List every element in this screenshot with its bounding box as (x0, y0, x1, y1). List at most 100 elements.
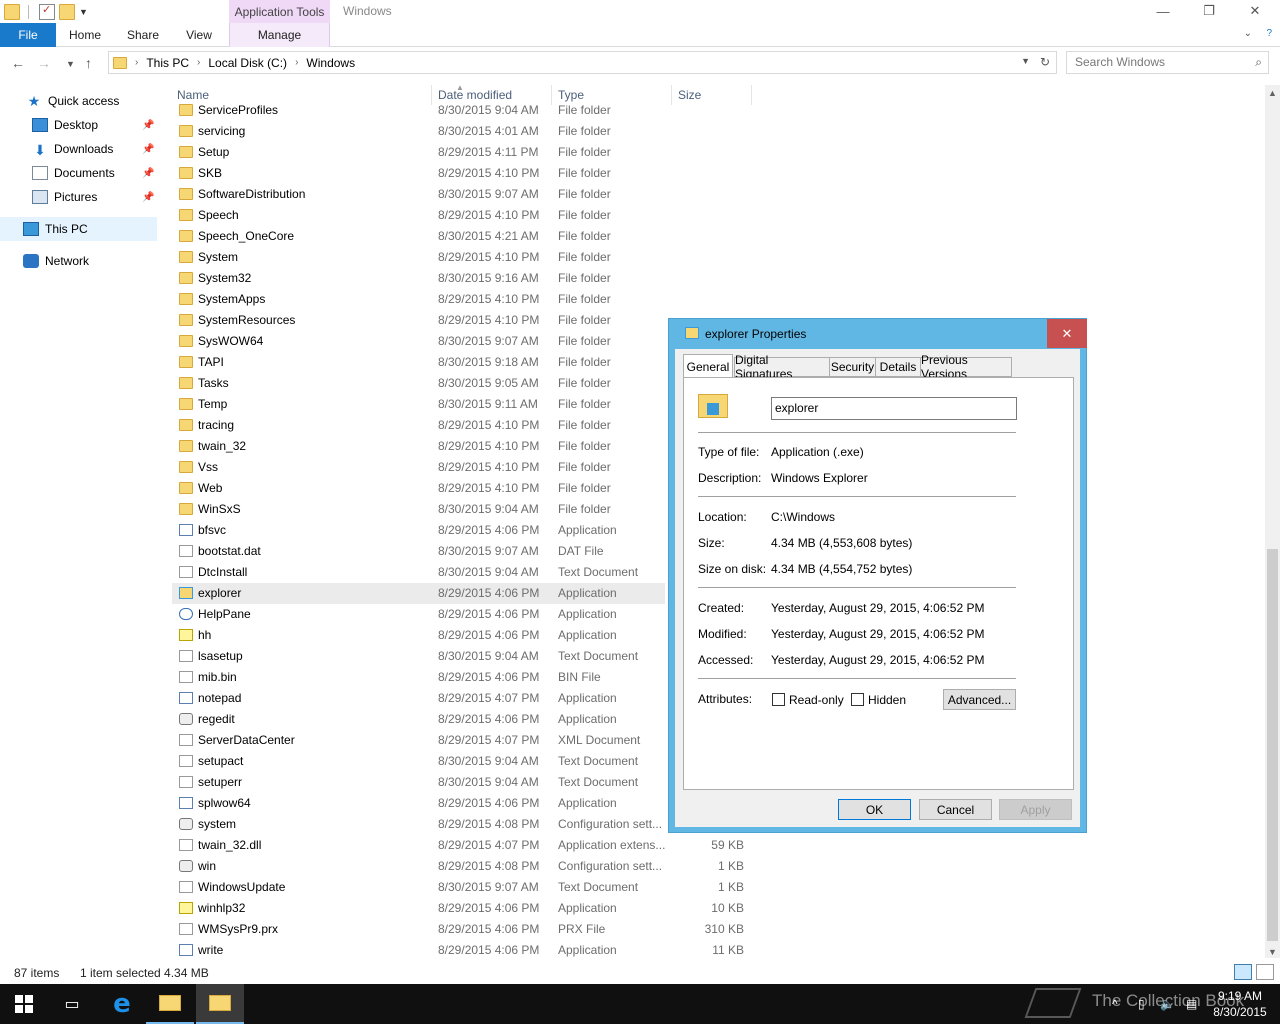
recent-locations-icon[interactable]: ▼ (66, 59, 75, 69)
table-row[interactable]: DtcInstall 8/30/2015 9:04 AM Text Document (172, 562, 665, 583)
table-row[interactable]: hh 8/29/2015 4:06 PM Application (172, 625, 665, 646)
hidden-checkbox[interactable] (851, 693, 864, 706)
chevron-right-icon[interactable]: › (135, 57, 138, 68)
table-row[interactable]: Web 8/29/2015 4:10 PM File folder (172, 478, 665, 499)
refresh-icon[interactable]: ↻ (1040, 55, 1050, 69)
sidebar-item-pictures[interactable]: Pictures 📌 (0, 185, 157, 209)
address-bar[interactable]: › This PC › Local Disk (C:) › Windows ▼ … (108, 51, 1057, 74)
table-row[interactable]: bootstat.dat 8/30/2015 9:07 AM DAT File (172, 541, 665, 562)
start-button[interactable] (0, 984, 48, 1024)
scroll-up-icon[interactable]: ▲ (1268, 88, 1277, 98)
table-row[interactable]: TAPI 8/30/2015 9:18 AM File folder (172, 352, 665, 373)
table-row[interactable]: bfsvc 8/29/2015 4:06 PM Application (172, 520, 665, 541)
table-row[interactable]: splwow64 8/29/2015 4:06 PM Application (172, 793, 665, 814)
tab-home[interactable]: Home (60, 23, 110, 47)
cancel-button[interactable]: Cancel (919, 799, 992, 820)
tab-digital-signatures[interactable]: Digital Signatures (734, 353, 830, 381)
table-row[interactable]: write 8/29/2015 4:06 PM Application 11 KB (172, 940, 744, 958)
table-row[interactable]: SoftwareDistribution 8/30/2015 9:07 AM Fil… (172, 184, 665, 205)
table-row[interactable]: WindowsUpdate 8/30/2015 9:07 AM Text Docum… (172, 877, 744, 898)
table-row[interactable]: ServiceProfiles 8/30/2015 9:04 AM File fol… (172, 100, 665, 121)
table-row[interactable]: System32 8/30/2015 9:16 AM File folder (172, 268, 665, 289)
table-row[interactable]: SKB 8/29/2015 4:10 PM File folder (172, 163, 665, 184)
sidebar-item-quick-access[interactable]: ★ Quick access (0, 89, 157, 113)
breadcrumb-windows[interactable]: Windows (306, 56, 355, 70)
breadcrumb-this-pc[interactable]: This PC (146, 56, 189, 70)
sidebar-item-network[interactable]: Network (0, 249, 157, 273)
back-button[interactable]: ← (11, 55, 25, 71)
apply-button[interactable]: Apply (999, 799, 1072, 820)
properties-icon[interactable] (39, 3, 55, 20)
table-row[interactable]: SystemResources 8/29/2015 4:10 PM File fol… (172, 310, 665, 331)
table-row[interactable]: twain_32 8/29/2015 4:10 PM File folder (172, 436, 665, 457)
search-input[interactable]: Search Windows ⌕ (1066, 51, 1269, 74)
volume-icon[interactable]: 🔈 (1160, 984, 1175, 1024)
scroll-down-icon[interactable]: ▼ (1268, 947, 1277, 957)
table-row[interactable]: WMSysPr9.prx 8/29/2015 4:06 PM PRX File 310… (172, 919, 744, 940)
table-row[interactable]: System 8/29/2015 4:10 PM File folder (172, 247, 665, 268)
tab-details[interactable]: Details (875, 357, 921, 377)
breadcrumb-local-disk[interactable]: Local Disk (C:) (208, 56, 287, 70)
table-row[interactable]: win 8/29/2015 4:08 PM Configuration sett..… (172, 856, 744, 877)
sidebar-item-downloads[interactable]: ⬇ Downloads 📌 (0, 137, 157, 161)
large-icons-view-button[interactable] (1256, 964, 1274, 980)
edge-button[interactable]: e (98, 984, 146, 1024)
advanced-button[interactable]: Advanced... (943, 689, 1016, 710)
tab-share[interactable]: Share (118, 23, 168, 47)
help-icon[interactable]: ? (1266, 28, 1272, 39)
tab-view[interactable]: View (176, 23, 222, 47)
readonly-label[interactable]: Read-only (789, 693, 844, 707)
customize-toolbar-icon[interactable]: ▼ (79, 7, 88, 17)
details-view-button[interactable] (1234, 964, 1252, 980)
table-row[interactable]: twain_32.dll 8/29/2015 4:07 PM Application… (172, 835, 744, 856)
table-row[interactable]: mib.bin 8/29/2015 4:06 PM BIN File (172, 667, 665, 688)
table-row[interactable]: WinSxS 8/30/2015 9:04 AM File folder (172, 499, 665, 520)
table-row[interactable]: regedit 8/29/2015 4:06 PM Application (172, 709, 665, 730)
sidebar-item-desktop[interactable]: Desktop 📌 (0, 113, 157, 137)
table-row[interactable]: Speech 8/29/2015 4:10 PM File folder (172, 205, 665, 226)
table-row[interactable]: lsasetup 8/30/2015 9:04 AM Text Document (172, 646, 665, 667)
chevron-right-icon[interactable]: › (295, 57, 298, 68)
ok-button[interactable]: OK (838, 799, 911, 820)
tab-security[interactable]: Security (829, 357, 876, 377)
file-explorer-window-button[interactable] (196, 984, 244, 1024)
search-icon[interactable]: ⌕ (1255, 52, 1262, 73)
table-row[interactable]: notepad 8/29/2015 4:07 PM Application (172, 688, 665, 709)
close-button[interactable]: ✕ (1232, 0, 1278, 22)
table-row[interactable]: SysWOW64 8/30/2015 9:07 AM File folder (172, 331, 665, 352)
column-header-size[interactable]: Size (672, 85, 752, 105)
show-hidden-icons[interactable]: ^ (1112, 984, 1118, 1024)
action-center-icon[interactable]: ▤ (1186, 984, 1197, 1024)
table-row[interactable]: explorer 8/29/2015 4:06 PM Application (172, 583, 665, 604)
filename-field[interactable]: explorer (771, 397, 1017, 420)
task-view-button[interactable]: ▭ (48, 984, 96, 1024)
hidden-label[interactable]: Hidden (868, 693, 906, 707)
file-explorer-button[interactable] (146, 984, 194, 1024)
expand-ribbon-icon[interactable]: ⌄ (1244, 28, 1252, 39)
table-row[interactable]: tracing 8/29/2015 4:10 PM File folder (172, 415, 665, 436)
chevron-right-icon[interactable]: › (197, 57, 200, 68)
sidebar-item-documents[interactable]: Documents 📌 (0, 161, 157, 185)
minimize-button[interactable]: — (1140, 0, 1186, 22)
forward-button[interactable]: → (37, 55, 51, 71)
table-row[interactable]: servicing 8/30/2015 4:01 AM File folder (172, 121, 665, 142)
table-row[interactable]: Tasks 8/30/2015 9:05 AM File folder (172, 373, 665, 394)
table-row[interactable]: setupact 8/30/2015 9:04 AM Text Document (172, 751, 665, 772)
clock[interactable]: 9:19 AM 8/30/2015 (1210, 988, 1270, 1020)
scrollbar-thumb[interactable] (1267, 549, 1278, 941)
tab-manage[interactable]: Manage (229, 23, 330, 47)
table-row[interactable]: SystemApps 8/29/2015 4:10 PM File folder (172, 289, 665, 310)
table-row[interactable]: winhlp32 8/29/2015 4:06 PM Application 10 K… (172, 898, 744, 919)
dialog-close-button[interactable]: ✕ (1047, 319, 1087, 348)
tab-general[interactable]: General (683, 354, 733, 378)
readonly-checkbox[interactable] (772, 693, 785, 706)
table-row[interactable]: ServerDataCenter 8/29/2015 4:07 PM XML Doc… (172, 730, 665, 751)
new-folder-icon[interactable] (59, 3, 75, 20)
table-row[interactable]: setuperr 8/30/2015 9:04 AM Text Document (172, 772, 665, 793)
tab-previous-versions[interactable]: Previous Versions (920, 353, 1012, 381)
table-row[interactable]: Temp 8/30/2015 9:11 AM File folder (172, 394, 665, 415)
table-row[interactable]: HelpPane 8/29/2015 4:06 PM Application (172, 604, 665, 625)
table-row[interactable]: Setup 8/29/2015 4:11 PM File folder (172, 142, 665, 163)
vertical-scrollbar[interactable]: ▲ ▼ (1265, 85, 1280, 958)
table-row[interactable]: Vss 8/29/2015 4:10 PM File folder (172, 457, 665, 478)
